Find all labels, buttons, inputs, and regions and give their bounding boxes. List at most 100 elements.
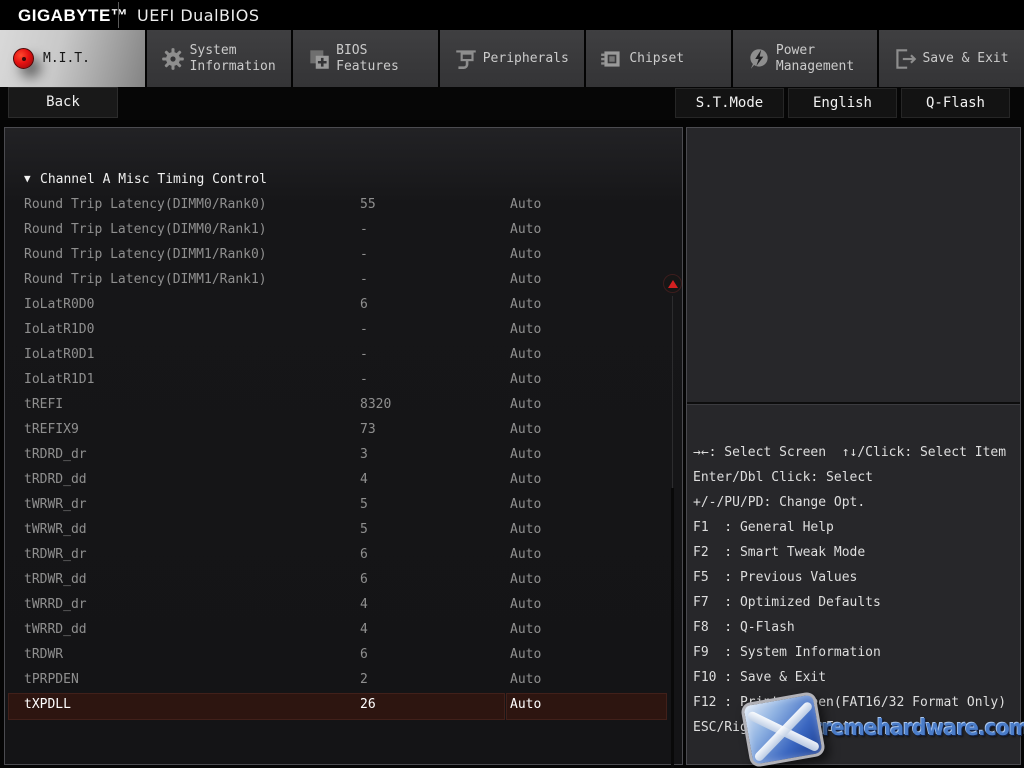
setting-value: - xyxy=(360,272,368,287)
tab-bar: M.I.T. System Information BIOS Features Per… xyxy=(0,30,1024,87)
setting-name: IoLatR0D0 xyxy=(24,297,94,312)
tab-bios-features[interactable]: BIOS Features xyxy=(293,30,438,87)
red-ball-icon xyxy=(13,46,43,72)
setting-mode: Auto xyxy=(510,297,541,312)
setting-mode: Auto xyxy=(510,222,541,237)
setting-value: 5 xyxy=(360,497,368,512)
setting-row[interactable]: tRDWR_dd6Auto xyxy=(5,568,675,593)
section-header[interactable]: ▼ Channel A Misc Timing Control xyxy=(5,168,675,193)
setting-value: 8320 xyxy=(360,397,391,412)
setting-row[interactable]: tRDWR_dr6Auto xyxy=(5,543,675,568)
setting-mode: Auto xyxy=(510,672,541,687)
tab-system-information[interactable]: System Information xyxy=(147,30,292,87)
scrollbar-thumb[interactable] xyxy=(671,488,674,768)
setting-row[interactable]: tRDRD_dd4Auto xyxy=(5,468,675,493)
gigabyte-logo: GIGABYTE™ xyxy=(18,6,128,26)
setting-row[interactable]: tRDRD_dr3Auto xyxy=(5,443,675,468)
setting-row[interactable]: Round Trip Latency(DIMM0/Rank0)55Auto xyxy=(5,193,675,218)
setting-name: Round Trip Latency(DIMM0/Rank1) xyxy=(24,222,267,237)
setting-row[interactable]: IoLatR0D0 6 Auto xyxy=(5,293,675,318)
setting-name: tREFI xyxy=(24,397,63,412)
tab-save-exit[interactable]: Save & Exit xyxy=(879,30,1024,87)
tab-label: Peripherals xyxy=(483,51,569,67)
setting-name: tPRPDEN xyxy=(24,672,79,687)
tab-mit[interactable]: M.I.T. xyxy=(0,30,145,87)
setting-value: 2 xyxy=(360,672,368,687)
setting-mode: Auto xyxy=(510,597,541,612)
setting-mode: Auto xyxy=(510,422,541,437)
setting-value: 6 xyxy=(360,547,368,562)
help-panel-divider xyxy=(687,402,1020,405)
help-line: F8 : Q-Flash xyxy=(693,615,1019,640)
tab-peripherals[interactable]: Peripherals xyxy=(440,30,585,87)
setting-name: tWRWR_dr xyxy=(24,497,87,512)
setting-value: 6 xyxy=(360,572,368,587)
help-line: →←: Select Screen ↑↓/Click: Select Item xyxy=(693,440,1019,465)
setting-row[interactable]: tREFI 8320 Auto xyxy=(5,393,675,418)
setting-name: tRDRD_dr xyxy=(24,447,87,462)
key-legend: →←: Select Screen ↑↓/Click: Select ItemE… xyxy=(693,440,1019,740)
setting-value: 4 xyxy=(360,622,368,637)
bios-screen: GIGABYTE™ UEFI DualBIOS M.I.T.System Inf… xyxy=(0,0,1024,768)
setting-row[interactable]: Round Trip Latency(DIMM1/Rank1)-Auto xyxy=(5,268,675,293)
setting-row[interactable]: tXPDLL26Auto xyxy=(5,693,675,718)
section-title: Channel A Misc Timing Control xyxy=(40,172,267,187)
setting-row[interactable]: IoLatR1D0-Auto xyxy=(5,318,675,343)
setting-value: - xyxy=(360,347,368,362)
watermark-text: xtremehardware.com xyxy=(801,716,1024,741)
setting-row[interactable]: tWRRD_dr4Auto xyxy=(5,593,675,618)
tab-power-management[interactable]: Power Management xyxy=(733,30,878,87)
help-line: +/-/PU/PD: Change Opt. xyxy=(693,490,1019,515)
setting-value: - xyxy=(360,222,368,237)
setting-value: 55 xyxy=(360,197,376,212)
scroll-up-icon[interactable] xyxy=(663,274,682,293)
tab-label: System Information xyxy=(190,43,276,75)
setting-mode: Auto xyxy=(510,547,541,562)
help-line: F1 : General Help xyxy=(693,515,1019,540)
help-panel: →←: Select Screen ↑↓/Click: Select ItemE… xyxy=(686,127,1021,765)
setting-mode: Auto xyxy=(510,322,541,337)
watermark-key-icon xyxy=(740,691,826,768)
setting-row[interactable]: tPRPDEN 2 Auto xyxy=(5,668,675,693)
setting-row[interactable]: IoLatR1D1-Auto xyxy=(5,368,675,393)
setting-row[interactable]: tWRRD_dd 4 Auto xyxy=(5,618,675,643)
setting-row[interactable]: tREFIX973Auto xyxy=(5,418,675,443)
setting-row[interactable]: tWRWR_dd5Auto xyxy=(5,518,675,543)
setting-row[interactable]: IoLatR0D1-Auto xyxy=(5,343,675,368)
setting-value: 4 xyxy=(360,472,368,487)
help-line: F7 : Optimized Defaults xyxy=(693,590,1019,615)
setting-name: tRDWR xyxy=(24,647,63,662)
timing-settings-list: ▼ Channel A Misc Timing Control Round Trip… xyxy=(5,168,675,718)
setting-value: 6 xyxy=(360,297,368,312)
setting-name: tXPDLL xyxy=(24,697,71,712)
back-button[interactable]: Back xyxy=(8,87,118,118)
setting-name: tWRRD_dd xyxy=(24,622,87,637)
setting-row[interactable]: tRDWR6Auto xyxy=(5,643,675,668)
setting-value: - xyxy=(360,247,368,262)
setting-value: - xyxy=(360,372,368,387)
sub-toolbar: Back S.T.ModeEnglishQ-Flash xyxy=(0,87,1024,120)
s-t-mode-button[interactable]: S.T.Mode xyxy=(675,88,784,118)
setting-mode: Auto xyxy=(510,522,541,537)
help-line: F2 : Smart Tweak Mode xyxy=(693,540,1019,565)
setting-row[interactable]: tWRWR_dr5Auto xyxy=(5,493,675,518)
setting-mode: Auto xyxy=(510,272,541,287)
setting-row[interactable]: Round Trip Latency(DIMM1/Rank0)-Auto xyxy=(5,243,675,268)
settings-panel: ▼ Channel A Misc Timing Control Round Trip… xyxy=(4,127,683,765)
setting-mode: Auto xyxy=(510,622,541,637)
collapse-triangle-icon: ▼ xyxy=(24,172,31,185)
tab-label: BIOS Features xyxy=(336,43,399,75)
windows-plus-icon xyxy=(306,46,336,72)
help-line: Enter/Dbl Click: Select xyxy=(693,465,1019,490)
setting-value: 6 xyxy=(360,647,368,662)
tab-chipset[interactable]: Chipset xyxy=(586,30,731,87)
english-button[interactable]: English xyxy=(788,88,897,118)
q-flash-button[interactable]: Q-Flash xyxy=(901,88,1010,118)
setting-name: Round Trip Latency(DIMM1/Rank0) xyxy=(24,247,267,262)
mode-buttons: S.T.ModeEnglishQ-Flash xyxy=(675,88,1010,118)
setting-mode: Auto xyxy=(510,397,541,412)
setting-value: 4 xyxy=(360,597,368,612)
gear-icon xyxy=(160,46,190,72)
setting-row[interactable]: Round Trip Latency(DIMM0/Rank1) - Auto xyxy=(5,218,675,243)
exit-door-icon xyxy=(892,46,922,72)
